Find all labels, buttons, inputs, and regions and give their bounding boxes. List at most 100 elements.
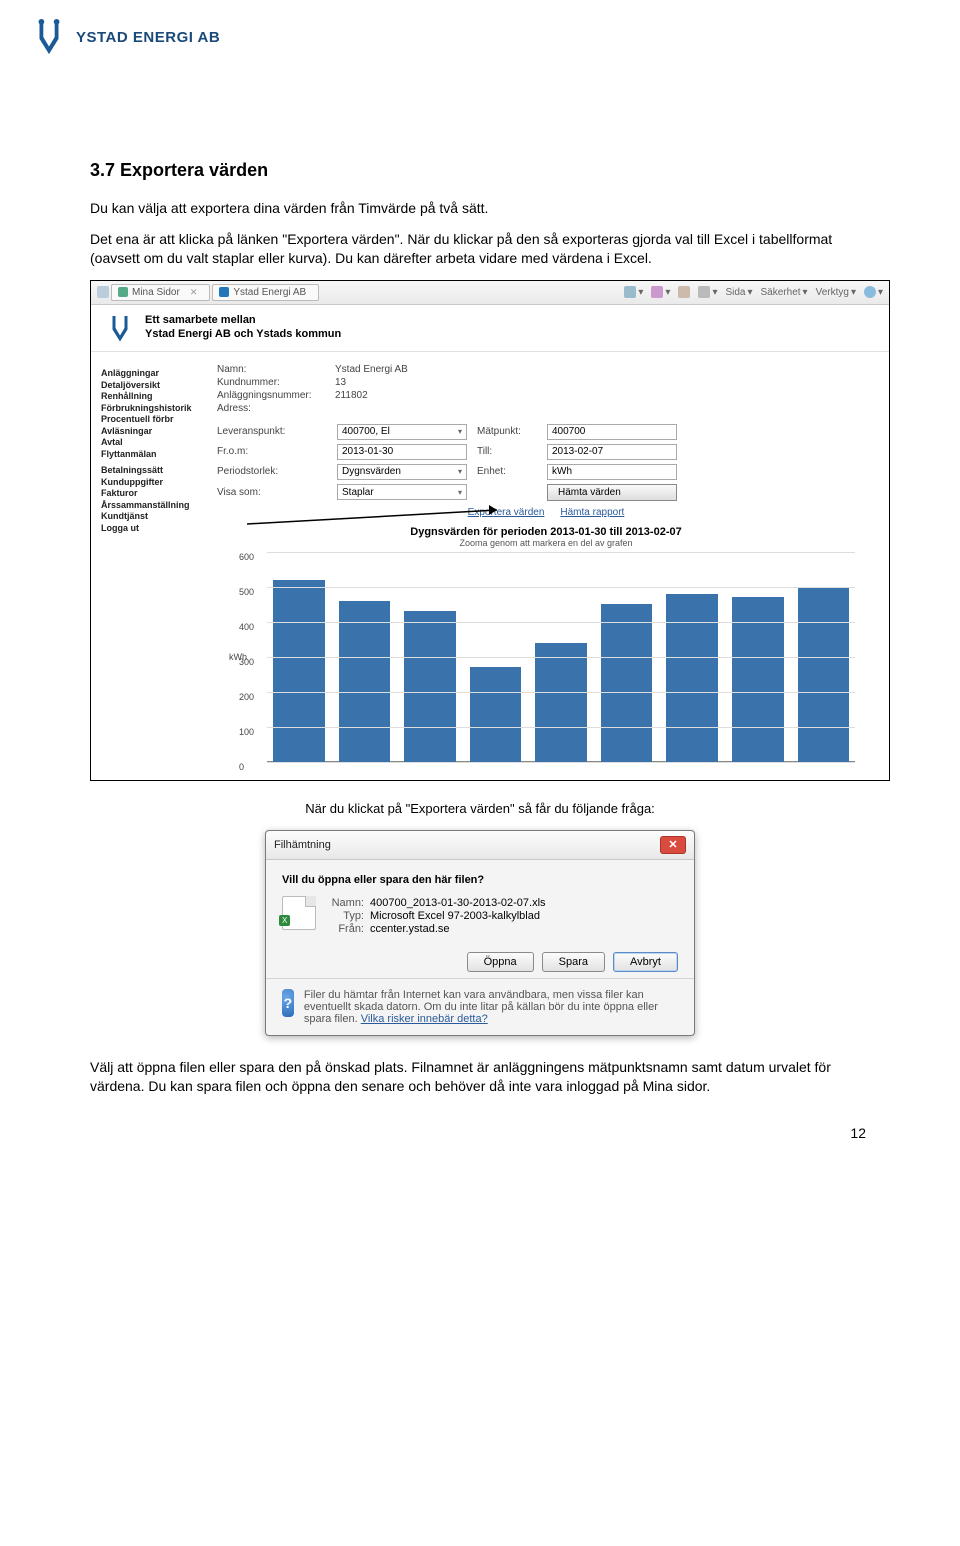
- logo-text: YSTAD ENERGI AB: [76, 29, 220, 46]
- feed-icon[interactable]: ▾: [651, 286, 670, 298]
- show-as-select[interactable]: Staplar▾: [337, 484, 467, 500]
- app-header: Ett samarbete mellan Ystad Energi AB och…: [91, 305, 889, 352]
- meta-label: Från:: [326, 923, 364, 935]
- form-label: Fr.o.m:: [217, 446, 327, 457]
- sidebar-item[interactable]: Procentuell förbr: [101, 414, 211, 424]
- chart-bar: [404, 611, 456, 762]
- file-download-dialog: Filhämtning ✕ Vill du öppna eller spara …: [265, 830, 695, 1036]
- menu-tools[interactable]: Verktyg ▾: [816, 287, 856, 298]
- home-icon[interactable]: ▾: [624, 286, 643, 298]
- print-icon[interactable]: ▾: [698, 286, 717, 298]
- paragraph-3: Välj att öppna filen eller spara den på …: [90, 1058, 870, 1096]
- excel-file-icon: X: [282, 896, 316, 930]
- unit-field[interactable]: kWh: [547, 464, 677, 480]
- sidebar-header-2: Betalningssätt: [101, 465, 211, 475]
- sidebar-item[interactable]: Renhållning: [101, 391, 211, 401]
- info-label: Adress:: [217, 403, 327, 414]
- browser-toolbar: Mina Sidor ✕ Ystad Energi AB ▾ ▾ ▾ Sida …: [91, 281, 889, 305]
- sidebar-item[interactable]: Detaljöversikt: [101, 380, 211, 390]
- chevron-down-icon: ▾: [458, 488, 462, 497]
- cancel-button[interactable]: Avbryt: [613, 952, 678, 972]
- to-date-field[interactable]: 2013-02-07: [547, 444, 677, 460]
- app-slogan: Ett samarbete mellan Ystad Energi AB och…: [145, 314, 341, 340]
- company-logo: YSTAD ENERGI AB: [30, 18, 220, 56]
- mail-icon[interactable]: [678, 286, 690, 298]
- chart-bar: [535, 643, 587, 762]
- close-icon: ✕: [668, 838, 677, 851]
- measure-point-field[interactable]: 400700: [547, 424, 677, 440]
- shield-icon: [282, 989, 294, 1017]
- page-number: 12: [90, 1125, 870, 1141]
- meta-value: 400700_2013-01-30-2013-02-07.xls: [370, 897, 546, 909]
- favorites-icon[interactable]: [97, 286, 109, 298]
- sidebar-item[interactable]: Kundtjänst: [101, 511, 211, 521]
- meta-label: Typ:: [326, 910, 364, 922]
- from-date-field[interactable]: 2013-01-30: [337, 444, 467, 460]
- save-button[interactable]: Spara: [542, 952, 605, 972]
- info-label: Kundnummer:: [217, 377, 327, 388]
- menu-page[interactable]: Sida ▾: [725, 287, 752, 298]
- tab-favicon-icon: [118, 287, 128, 297]
- info-label: Anläggningsnummer:: [217, 390, 327, 401]
- chart-bar: [666, 594, 718, 762]
- browser-tab-1[interactable]: Mina Sidor ✕: [111, 284, 210, 301]
- help-icon[interactable]: ▾: [864, 286, 883, 298]
- meta-value: Microsoft Excel 97-2003-kalkylblad: [370, 910, 540, 922]
- app-logo-icon: [105, 313, 135, 343]
- form-label: Visa som:: [217, 487, 327, 498]
- chart-bar: [470, 667, 522, 762]
- fetch-values-button[interactable]: Hämta värden: [547, 484, 677, 501]
- form-label: Till:: [477, 446, 537, 457]
- info-value: Ystad Energi AB: [335, 364, 408, 375]
- sidebar-item[interactable]: Logga ut: [101, 523, 211, 533]
- sidebar-header-1: Anläggningar: [101, 368, 211, 378]
- chevron-down-icon: ▾: [458, 427, 462, 436]
- open-button[interactable]: Öppna: [467, 952, 534, 972]
- chart-bar: [798, 587, 850, 762]
- sidebar-item[interactable]: Förbrukningshistorik: [101, 403, 211, 413]
- info-value: 211802: [335, 390, 368, 401]
- form-label: Leveranspunkt:: [217, 426, 327, 437]
- chevron-down-icon: ▾: [458, 467, 462, 476]
- sidebar: Anläggningar Detaljöversikt Renhållning …: [91, 352, 211, 780]
- dialog-question: Vill du öppna eller spara den här filen?: [282, 874, 678, 886]
- form-label: Periodstorlek:: [217, 466, 327, 477]
- tab-favicon-icon: [219, 287, 229, 297]
- sidebar-item[interactable]: Avläsningar: [101, 426, 211, 436]
- sidebar-item[interactable]: Flyttanmälan: [101, 449, 211, 459]
- browser-tab-2[interactable]: Ystad Energi AB: [212, 284, 319, 301]
- fetch-report-link[interactable]: Hämta rapport: [560, 507, 624, 518]
- info-value: 13: [335, 377, 346, 388]
- sidebar-item[interactable]: Fakturor: [101, 488, 211, 498]
- period-select[interactable]: Dygnsvärden▾: [337, 464, 467, 480]
- section-heading: 3.7 Exportera värden: [90, 160, 870, 181]
- tab-2-label: Ystad Energi AB: [233, 287, 306, 298]
- form-label: Enhet:: [477, 466, 537, 477]
- paragraph-1: Du kan välja att exportera dina värden f…: [90, 199, 870, 218]
- caption-text: När du klickat på "Exportera värden" så …: [90, 801, 870, 816]
- sidebar-item[interactable]: Avtal: [101, 437, 211, 447]
- chart-bar: [339, 601, 391, 762]
- tab-1-label: Mina Sidor: [132, 287, 180, 298]
- chart: Dygnsvärden för perioden 2013-01-30 till…: [217, 522, 875, 776]
- info-label: Namn:: [217, 364, 327, 375]
- meta-value: ccenter.ystad.se: [370, 923, 450, 935]
- sidebar-item[interactable]: Årssammanställning: [101, 500, 211, 510]
- callout-arrow-icon: [247, 502, 527, 532]
- close-icon[interactable]: ✕: [190, 287, 198, 298]
- paragraph-2: Det ena är att klicka på länken "Exporte…: [90, 230, 870, 268]
- form-label: Mätpunkt:: [477, 426, 537, 437]
- meta-label: Namn:: [326, 897, 364, 909]
- dialog-close-button[interactable]: ✕: [660, 836, 686, 854]
- logo-mark-icon: [30, 18, 68, 56]
- chart-bar: [273, 580, 325, 762]
- main-panel: Namn: Ystad Energi AB Kundnummer: 13 Anläg…: [211, 352, 889, 780]
- risk-info-link[interactable]: Vilka risker innebär detta?: [361, 1013, 488, 1025]
- menu-safety[interactable]: Säkerhet ▾: [761, 287, 808, 298]
- dialog-title: Filhämtning: [274, 839, 331, 851]
- delivery-point-select[interactable]: 400700, El▾: [337, 424, 467, 440]
- chart-subtitle: Zooma genom att markera en del av grafen: [227, 538, 865, 548]
- sidebar-item[interactable]: Kunduppgifter: [101, 477, 211, 487]
- chart-bar: [601, 604, 653, 762]
- app-screenshot: Mina Sidor ✕ Ystad Energi AB ▾ ▾ ▾ Sida …: [90, 280, 890, 781]
